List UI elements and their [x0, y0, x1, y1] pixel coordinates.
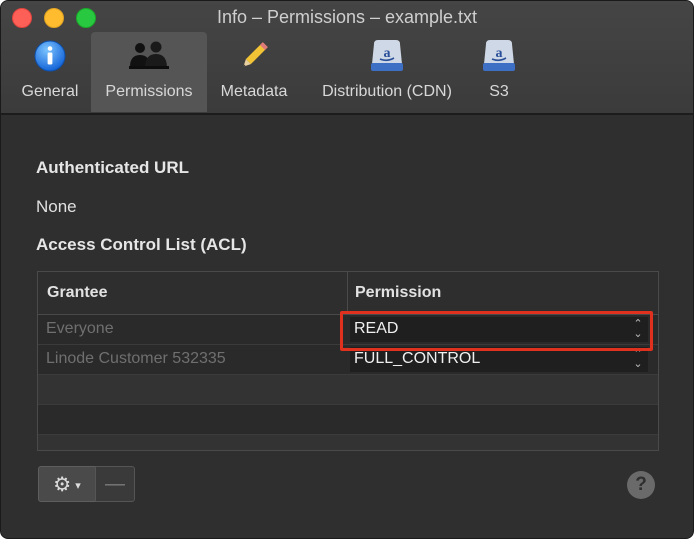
tab-label: S3 — [489, 83, 509, 100]
people-icon — [127, 32, 171, 80]
acl-table: Grantee Permission Everyone READ ⌃ ⌄ Lino… — [37, 271, 659, 451]
acl-heading: Access Control List (ACL) — [36, 235, 247, 254]
acl-table-header: Grantee Permission — [38, 272, 658, 315]
updown-arrows-icon: ⌃ ⌄ — [633, 348, 643, 370]
pencil-icon — [237, 32, 271, 80]
column-header-grantee[interactable]: Grantee — [47, 284, 107, 302]
tab-label: Distribution (CDN) — [322, 83, 452, 100]
tab-metadata[interactable]: Metadata — [213, 32, 295, 112]
grantee-cell: Linode Customer 532335 — [46, 350, 226, 367]
column-header-permission[interactable]: Permission — [355, 284, 441, 302]
svg-text:a: a — [496, 46, 503, 61]
empty-table-row — [38, 375, 658, 405]
gear-icon: ⚙ — [53, 473, 72, 496]
info-window: Info – Permissions – example.txt General — [0, 0, 694, 539]
tab-label: Metadata — [220, 83, 288, 100]
empty-table-row — [38, 435, 658, 450]
grantee-cell: Everyone — [46, 320, 114, 337]
tab-permissions[interactable]: Permissions — [91, 32, 207, 112]
highlight-annotation — [340, 311, 653, 351]
permission-value: FULL_CONTROL — [354, 350, 481, 367]
action-menu-button[interactable]: ⚙ ▾ — [38, 466, 96, 502]
tab-label: General — [21, 83, 79, 100]
tab-s3[interactable]: a S3 — [479, 32, 519, 112]
info-icon — [33, 32, 67, 80]
tab-distribution-cdn[interactable]: a Distribution (CDN) — [307, 32, 467, 112]
column-divider — [347, 272, 348, 314]
authenticated-url-heading: Authenticated URL — [36, 158, 189, 177]
amazon-disk-icon: a — [480, 32, 518, 80]
chevron-down-icon: ▾ — [75, 479, 81, 492]
svg-text:a: a — [384, 46, 391, 61]
amazon-disk-icon: a — [368, 32, 406, 80]
help-button[interactable]: ? — [627, 471, 655, 499]
empty-table-row — [38, 405, 658, 435]
window-title: Info – Permissions – example.txt — [216, 7, 478, 27]
tab-label: Permissions — [105, 83, 193, 100]
authenticated-url-value: None — [36, 197, 77, 216]
tab-general[interactable]: General — [15, 32, 85, 112]
title-bar: Info – Permissions – example.txt General — [1, 1, 693, 115]
remove-button[interactable]: — — [95, 466, 135, 502]
